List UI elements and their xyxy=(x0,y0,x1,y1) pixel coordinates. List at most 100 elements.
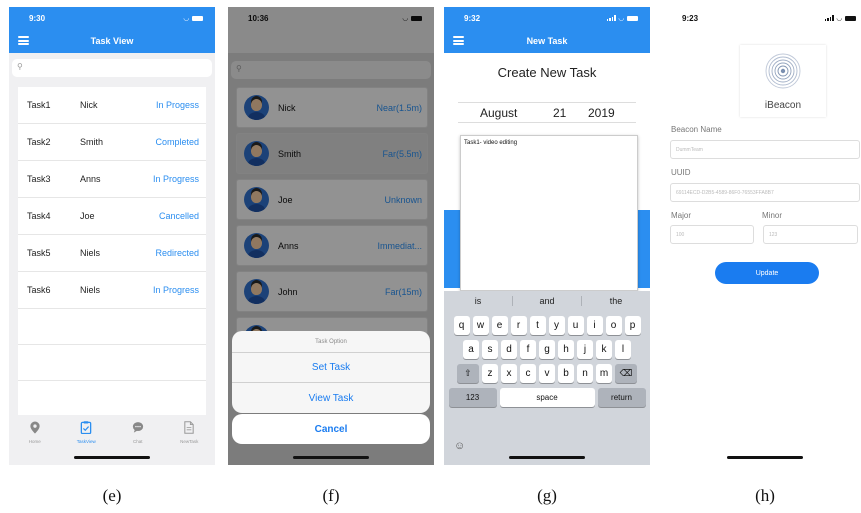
beacon-name-input[interactable]: DummTeam xyxy=(670,140,860,159)
numbers-key[interactable]: 123 xyxy=(448,388,497,407)
key-w[interactable]: w xyxy=(472,316,489,335)
search-input[interactable]: ⚲ xyxy=(12,59,212,77)
task-assignee: Joe xyxy=(80,211,95,221)
empty-row xyxy=(18,345,206,381)
key-q[interactable]: q xyxy=(453,316,470,335)
view-task-button[interactable]: View Task xyxy=(232,383,430,413)
key-t[interactable]: t xyxy=(529,316,546,335)
key-h[interactable]: h xyxy=(558,340,574,359)
task-row[interactable]: Task1 Nick In Progess xyxy=(18,87,206,124)
key-s[interactable]: s xyxy=(482,340,498,359)
menu-icon[interactable] xyxy=(18,36,29,45)
nav-bar: New Task xyxy=(444,29,650,53)
menu-icon[interactable] xyxy=(453,36,464,45)
key-z[interactable]: z xyxy=(482,364,498,383)
suggestion[interactable]: and xyxy=(512,296,581,306)
key-u[interactable]: u xyxy=(567,316,584,335)
task-status: In Progess xyxy=(155,100,199,110)
major-input[interactable]: 100 xyxy=(670,225,754,244)
task-assignee: Nick xyxy=(80,100,98,110)
chat-bubble-icon xyxy=(132,422,143,433)
key-f[interactable]: f xyxy=(520,340,536,359)
action-sheet: Task Option Set Task View Task xyxy=(232,331,430,413)
status-icons: ◡ xyxy=(824,14,856,22)
ibeacon-logo: iBeacon xyxy=(740,45,826,117)
task-row[interactable]: Task3 Anns In Progress xyxy=(18,161,206,198)
cancel-button[interactable]: Cancel xyxy=(232,414,430,444)
task-row[interactable]: Task2 Smith Completed xyxy=(18,124,206,161)
task-description-field[interactable]: Task1- video editing xyxy=(460,135,638,291)
key-a[interactable]: a xyxy=(463,340,479,359)
return-key[interactable]: return xyxy=(597,388,646,407)
task-row[interactable]: Task6 Niels In Progress xyxy=(18,272,206,309)
uuid-input[interactable]: 69114ECD-D2B5-4589-86F0-76553FFA8B7 xyxy=(670,183,860,202)
task-id: Task6 xyxy=(27,285,51,295)
date-year[interactable]: 2019 xyxy=(588,106,615,120)
suggestion[interactable]: is xyxy=(444,296,512,306)
key-n[interactable]: n xyxy=(577,364,593,383)
task-id: Task4 xyxy=(27,211,51,221)
task-status: In Progress xyxy=(152,174,199,184)
tab-label: NewTask xyxy=(180,439,199,444)
key-c[interactable]: c xyxy=(520,364,536,383)
home-indicator[interactable] xyxy=(293,456,369,459)
key-d[interactable]: d xyxy=(501,340,517,359)
key-o[interactable]: o xyxy=(605,316,622,335)
space-key[interactable]: space xyxy=(499,388,595,407)
key-l[interactable]: l xyxy=(615,340,631,359)
key-k[interactable]: k xyxy=(596,340,612,359)
tab-newtask[interactable]: NewTask xyxy=(169,421,209,465)
tab-home[interactable]: Home xyxy=(15,421,55,465)
battery-icon xyxy=(845,15,856,21)
set-task-button[interactable]: Set Task xyxy=(232,353,430,383)
delete-key[interactable]: ⌫ xyxy=(615,364,637,383)
shift-key[interactable]: ⇧ xyxy=(457,364,479,383)
key-i[interactable]: i xyxy=(586,316,603,335)
minor-input[interactable]: 123 xyxy=(763,225,858,244)
status-bar: 9:32 ◡ xyxy=(444,7,650,29)
nav-title: New Task xyxy=(526,36,568,46)
document-icon xyxy=(184,421,194,434)
minor-label: Minor xyxy=(762,211,783,220)
home-indicator[interactable] xyxy=(727,456,803,459)
status-time: 9:32 xyxy=(464,13,481,23)
key-y[interactable]: y xyxy=(548,316,565,335)
key-g[interactable]: g xyxy=(539,340,555,359)
key-r[interactable]: r xyxy=(510,316,527,335)
on-screen-keyboard: is and the q w e r t y u i o p a s d f g… xyxy=(444,291,650,465)
update-button[interactable]: Update xyxy=(715,262,819,284)
suggestion[interactable]: the xyxy=(581,296,650,306)
nav-bar: Task View xyxy=(9,29,215,53)
date-day[interactable]: 21 xyxy=(553,106,588,120)
empty-row xyxy=(18,309,206,345)
logo-text: iBeacon xyxy=(764,100,802,111)
key-row-2: a s d f g h j k l xyxy=(444,340,650,359)
tab-label: Chat xyxy=(132,439,143,444)
key-j[interactable]: j xyxy=(577,340,593,359)
task-row[interactable]: Task5 Niels Redirected xyxy=(18,235,206,272)
task-id: Task5 xyxy=(27,248,51,258)
key-x[interactable]: x xyxy=(501,364,517,383)
task-assignee: Smith xyxy=(80,137,104,147)
battery-icon xyxy=(192,15,203,21)
task-id: Task2 xyxy=(27,137,51,147)
shift-icon: ⇧ xyxy=(464,368,472,378)
empty-row xyxy=(18,381,206,417)
uuid-label: UUID xyxy=(671,168,691,177)
key-v[interactable]: v xyxy=(539,364,555,383)
key-e[interactable]: e xyxy=(491,316,508,335)
date-month[interactable]: August xyxy=(458,106,553,120)
key-b[interactable]: b xyxy=(558,364,574,383)
screen-beacon-list: 10:36 ◡ ⚲ Nick Near(1.5m) Smith Far(5.5m… xyxy=(228,7,434,465)
major-label: Major xyxy=(671,211,692,220)
backspace-icon: ⌫ xyxy=(619,368,633,378)
task-id: Task3 xyxy=(27,174,51,184)
action-sheet-title: Task Option xyxy=(232,331,430,353)
emoji-icon[interactable]: ☺ xyxy=(454,440,465,452)
key-m[interactable]: m xyxy=(596,364,612,383)
home-indicator[interactable] xyxy=(74,456,150,459)
home-indicator[interactable] xyxy=(509,456,585,459)
key-p[interactable]: p xyxy=(624,316,641,335)
date-picker[interactable]: August 21 2019 xyxy=(458,102,636,123)
task-row[interactable]: Task4 Joe Cancelled xyxy=(18,198,206,235)
